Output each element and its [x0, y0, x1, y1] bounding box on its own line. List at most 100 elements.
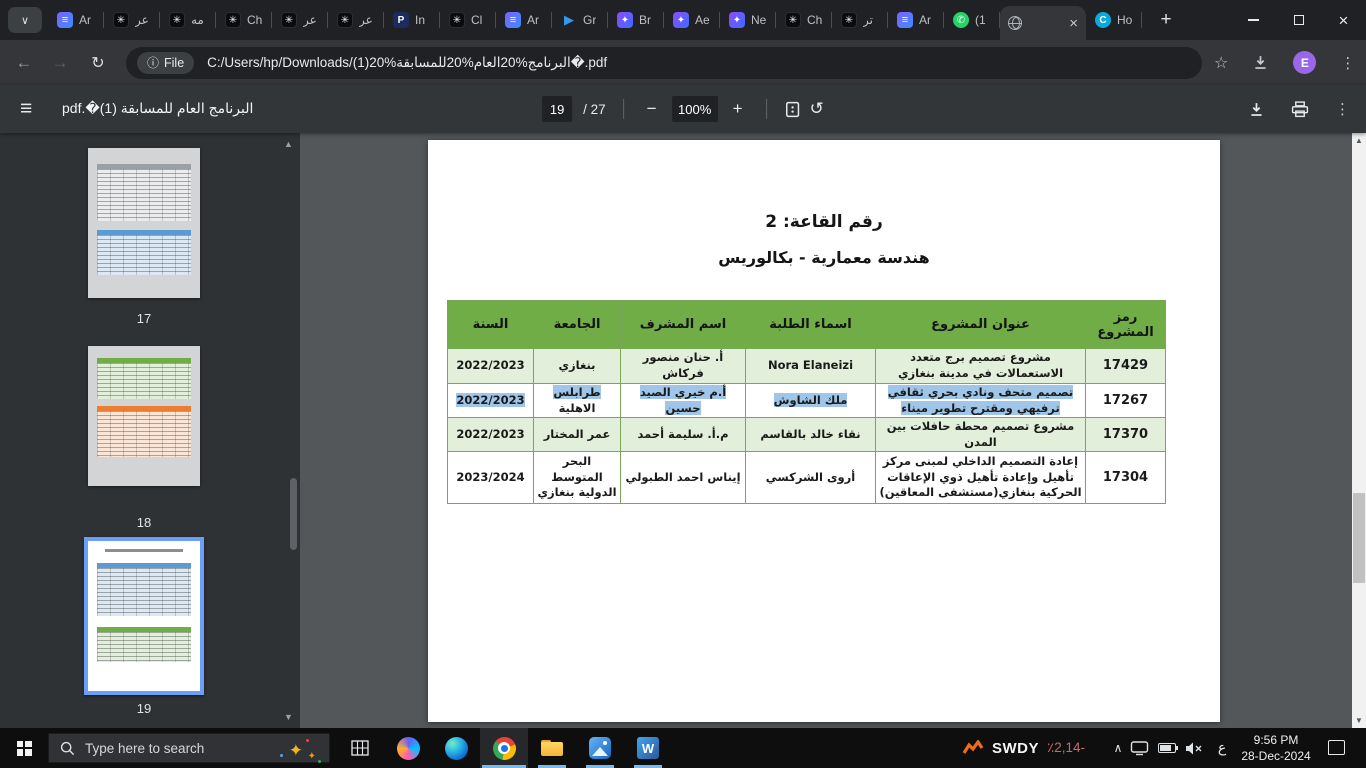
sidebar-scroll-down-icon[interactable]: ▼	[284, 712, 293, 722]
sidebar-scroll-up-icon[interactable]: ▲	[284, 139, 293, 149]
windows-logo-icon	[16, 740, 32, 756]
pdf-more-icon[interactable]: ⋮	[1335, 100, 1350, 118]
date-label: 28-Dec-2024	[1241, 749, 1311, 763]
copilot-button[interactable]	[384, 728, 432, 768]
edge-button[interactable]	[432, 728, 480, 768]
chrome-button[interactable]	[480, 728, 528, 768]
thumbnail-sidebar: 17 18 19 ▲ ▼	[0, 133, 300, 728]
thumbnail-page-19[interactable]: 19	[84, 537, 204, 716]
tab[interactable]: ✦ Ae	[664, 0, 720, 40]
chevron-down-icon: ∨	[20, 14, 30, 27]
tab[interactable]: ✦ Ne	[720, 0, 776, 40]
thumbnail-page-number: 19	[136, 701, 152, 716]
project-title-cell: مشروع تصميم برج متعدد الاستعمالات في مدي…	[875, 348, 1086, 384]
word-button[interactable]: W	[624, 728, 672, 768]
doc-favicon-icon: ≡	[505, 12, 521, 28]
bookmark-icon[interactable]: ☆	[1214, 53, 1228, 73]
table-row: 17304 إعادة التصميم الداخلي لمبنى مركز تأ…	[447, 451, 1166, 505]
tab-title: Ho	[1117, 13, 1133, 27]
zoom-in-button[interactable]: +	[727, 99, 749, 119]
address-actions: ☆ E ⋮	[1214, 51, 1355, 74]
thumbnail-preview[interactable]	[84, 537, 204, 695]
back-icon[interactable]: ←	[12, 53, 36, 73]
tab[interactable]: ✳ Ch	[216, 0, 272, 40]
tab-title: Ne	[751, 13, 767, 27]
tab[interactable]: ✦ Br	[608, 0, 664, 40]
tab[interactable]: P In	[384, 0, 440, 40]
tab[interactable]: ✳ Cl	[440, 0, 496, 40]
action-center-icon[interactable]	[1328, 740, 1345, 755]
photos-button[interactable]	[576, 728, 624, 768]
supervisor-name-cell: إيناس احمد الطبولي	[620, 451, 746, 505]
tab-active[interactable]: ×	[1000, 6, 1086, 40]
reload-icon[interactable]: ↻	[86, 53, 110, 73]
gpt-favicon-icon: ✳	[785, 12, 801, 28]
file-explorer-button[interactable]	[528, 728, 576, 768]
circlec-favicon-icon: C	[1095, 12, 1111, 28]
main-scrollbar[interactable]: ▲ ▼	[1352, 133, 1366, 728]
start-button[interactable]	[0, 728, 48, 768]
file-scheme-chip[interactable]: ⓘ File	[137, 51, 195, 74]
page-number-input[interactable]: 19	[542, 96, 573, 122]
maximize-icon	[1293, 15, 1304, 25]
tab[interactable]: C Ho	[1086, 0, 1142, 40]
copilot-icon	[396, 736, 420, 760]
clock-widget[interactable]: 9:56 PM 28-Dec-2024	[1236, 728, 1316, 768]
address-input[interactable]: ⓘ File C:/Users/hp/Downloads/البرنامج%20…	[126, 46, 1202, 79]
new-tab-button[interactable]: +	[1152, 6, 1180, 34]
stock-widget[interactable]: SWDY ٪2,14-	[962, 728, 1085, 768]
tab[interactable]: ✆ (1	[944, 0, 1000, 40]
pdf-download-icon[interactable]	[1248, 101, 1265, 118]
scrollbar-thumb[interactable]	[1353, 493, 1365, 583]
pdf-menu-icon[interactable]: ≡	[20, 97, 32, 121]
tab-search-button[interactable]: ∨	[8, 7, 42, 33]
tab[interactable]: ✳ Ch	[776, 0, 832, 40]
globe-favicon-icon	[1008, 16, 1022, 30]
projects-table: رمز المشروع عنوان المشروع اسماء الطلبة اسم …	[447, 300, 1166, 505]
tab[interactable]: ✳ عر	[328, 0, 384, 40]
language-indicator[interactable]: ع	[1212, 728, 1232, 768]
thumbnail-preview[interactable]	[88, 148, 200, 298]
tab-title: (1	[975, 13, 986, 27]
scroll-up-icon[interactable]: ▲	[1352, 136, 1366, 145]
minimize-button[interactable]	[1231, 0, 1276, 40]
profile-avatar[interactable]: E	[1293, 51, 1317, 74]
hidden-icons-chevron[interactable]: ∧	[1106, 728, 1130, 768]
tab[interactable]: ≡ Ar	[496, 0, 552, 40]
fit-page-icon[interactable]	[784, 101, 801, 118]
battery-icon[interactable]	[1158, 743, 1178, 753]
supervisor-name-cell: أ.م خيري الصيد حسين	[620, 382, 746, 419]
maximize-button[interactable]	[1276, 0, 1321, 40]
volume-muted-button[interactable]	[1184, 728, 1203, 768]
browser-menu-icon[interactable]: ⋮	[1340, 54, 1355, 72]
tab-close-icon[interactable]: ×	[1069, 16, 1078, 31]
rotate-icon[interactable]: ↺	[810, 99, 824, 119]
year-cell: 2022/2023	[447, 348, 534, 384]
column-header: اسماء الطلبة	[745, 300, 876, 349]
stock-chart-icon	[962, 740, 984, 754]
thumbnail-page-17[interactable]: 17	[88, 148, 200, 326]
scroll-down-icon[interactable]: ▼	[1352, 716, 1366, 725]
badge-favicon-icon: ✦	[617, 12, 633, 28]
zoom-level[interactable]: 100%	[671, 96, 718, 122]
thumbnail-page-18[interactable]: 18	[88, 346, 200, 530]
tab[interactable]: ≡ Ar	[888, 0, 944, 40]
forward-icon[interactable]: →	[48, 53, 72, 73]
tab[interactable]: ▶ Gr	[552, 0, 608, 40]
download-icon[interactable]	[1252, 54, 1269, 71]
zoom-out-button[interactable]: −	[641, 99, 663, 119]
tab[interactable]: ≡ Ar	[48, 0, 104, 40]
cast-button[interactable]	[1130, 728, 1149, 768]
tab[interactable]: ✳ تر	[832, 0, 888, 40]
task-view-button[interactable]	[336, 728, 384, 768]
print-icon[interactable]	[1291, 100, 1309, 118]
taskbar-search-input[interactable]: Type here to search ✦ ✦	[48, 733, 330, 763]
sidebar-scrollbar-thumb[interactable]	[290, 478, 297, 550]
tab[interactable]: ✳ مه	[160, 0, 216, 40]
tab[interactable]: ✳ عر	[104, 0, 160, 40]
close-button[interactable]: ×	[1321, 0, 1366, 40]
tab[interactable]: ✳ عر	[272, 0, 328, 40]
gpt-favicon-icon: ✳	[841, 12, 857, 28]
cast-icon	[1130, 741, 1149, 756]
thumbnail-preview[interactable]	[88, 346, 200, 486]
